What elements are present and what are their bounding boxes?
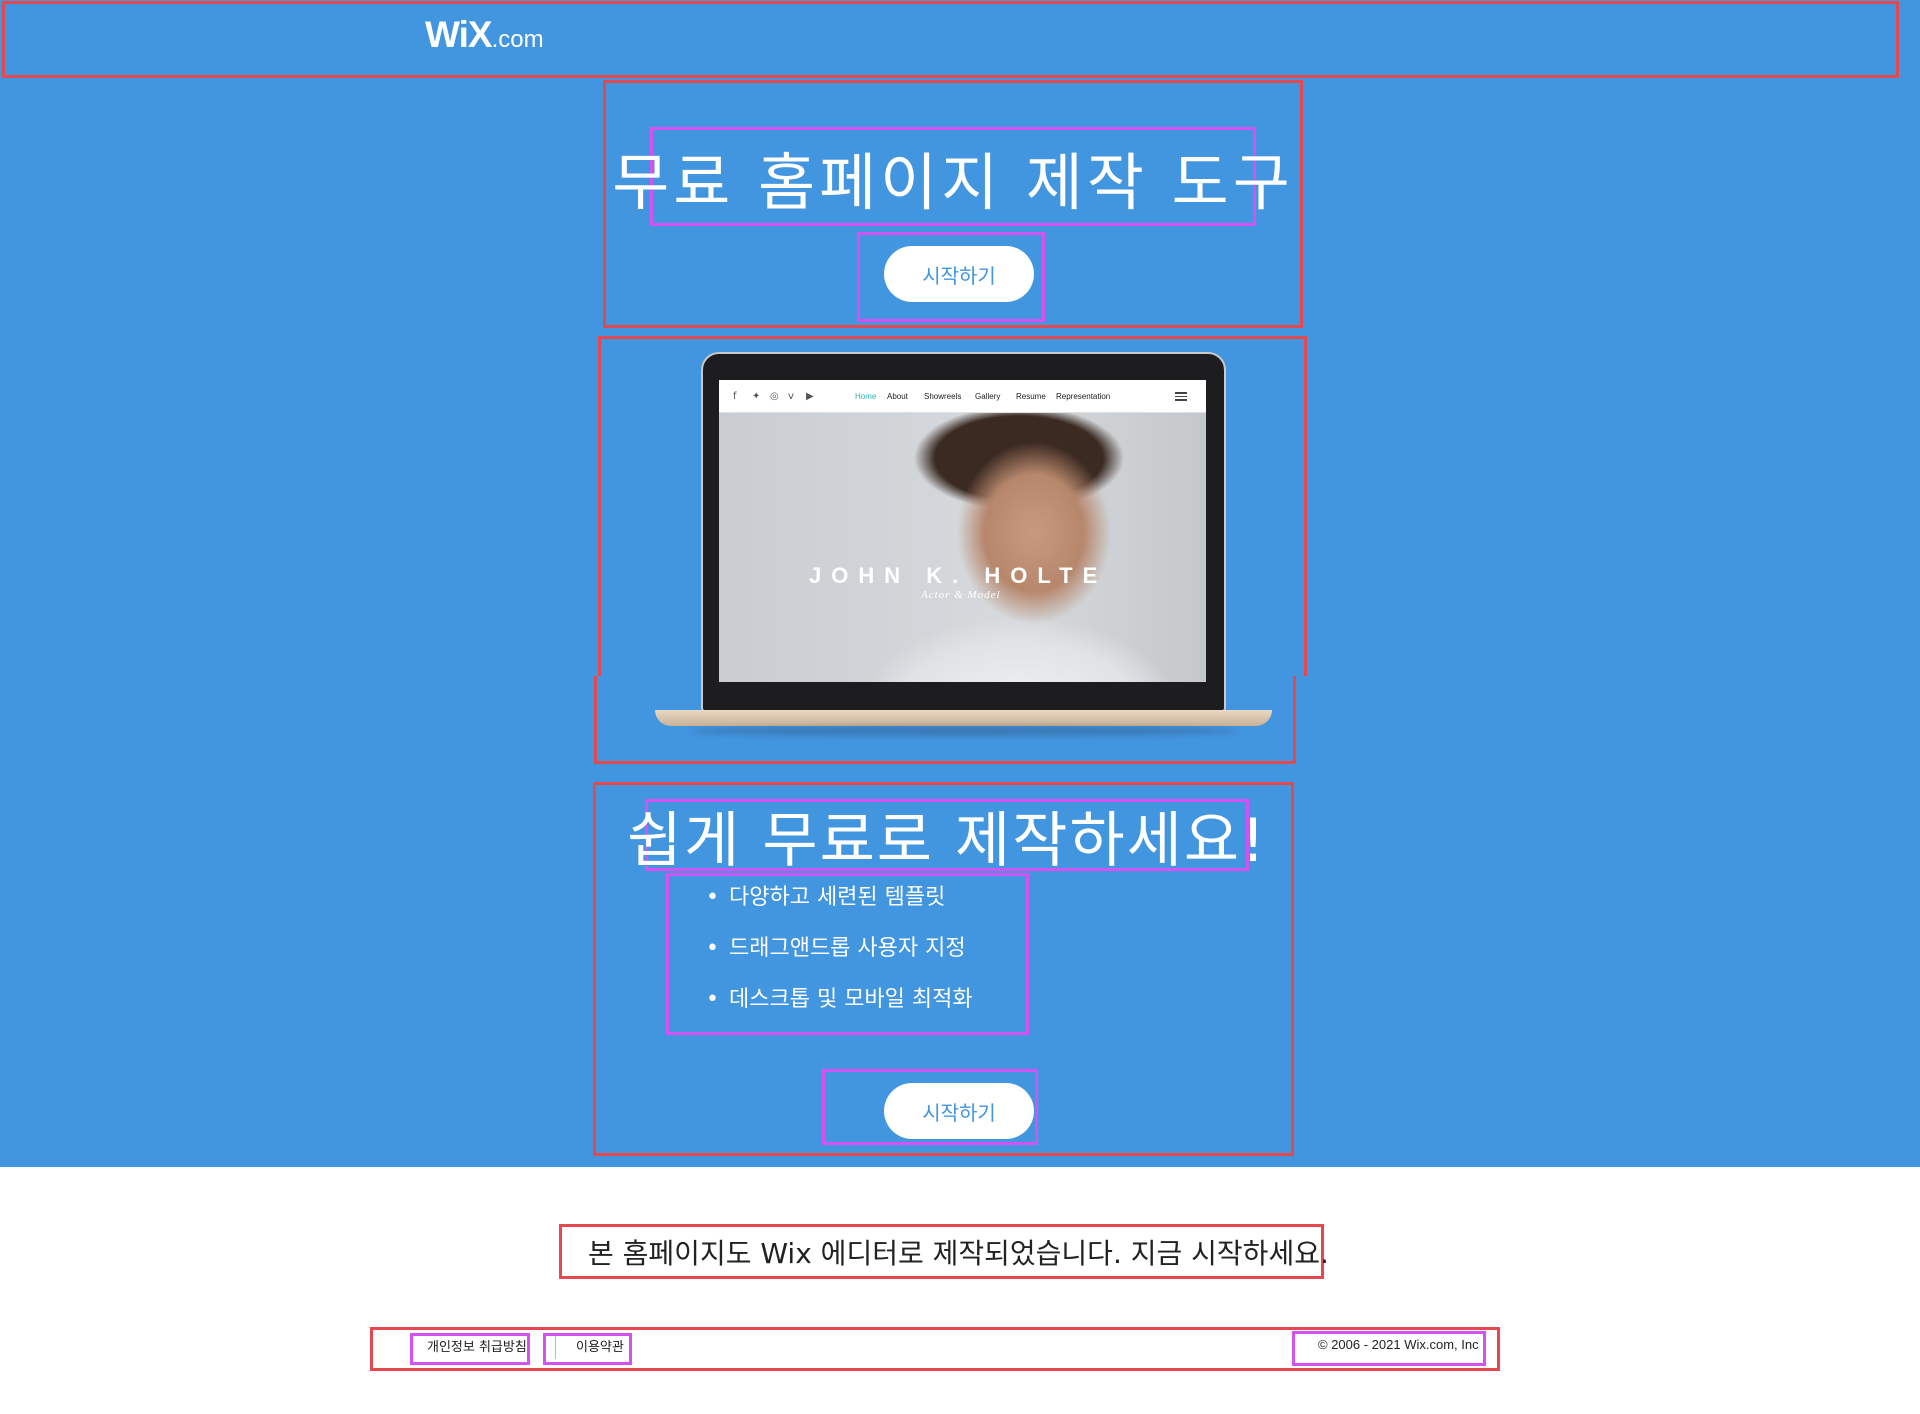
twitter-icon: ✦ <box>752 391 761 402</box>
terms-of-use-link[interactable]: 이용약관 <box>576 1336 624 1355</box>
features-list: 다양하고 세련된 템플릿 드래그앤드롭 사용자 지정 데스크톱 및 모바일 최적… <box>706 878 973 1031</box>
privacy-policy-link[interactable]: 개인정보 취급방침 <box>427 1336 527 1355</box>
features-title: 쉽게 무료로 제작하세요! <box>626 805 1268 876</box>
features-title-container: 쉽게 무료로 제작하세요! <box>627 799 1265 876</box>
feature-item: 드래그앤드롭 사용자 지정 <box>706 929 973 980</box>
logo-suffix: .com <box>491 26 544 53</box>
instagram-icon: ◎ <box>770 391 779 402</box>
hero-start-button[interactable]: 시작하기 <box>884 246 1034 302</box>
laptop-screen: f ✦ ◎ v ▶ Home About Showreels Gallery R… <box>719 380 1206 682</box>
preview-nav-home: Home <box>855 392 877 401</box>
preview-nav-showreels: Showreels <box>924 392 962 401</box>
youtube-icon: ▶ <box>806 391 814 402</box>
features-start-button[interactable]: 시작하기 <box>884 1083 1034 1139</box>
portrait-name: JOHN K. HOLTE <box>809 563 1108 588</box>
hamburger-menu-icon <box>1175 392 1187 401</box>
vimeo-icon: v <box>788 391 794 402</box>
logo-wordmark: WiX <box>425 14 493 55</box>
laptop-base <box>655 710 1272 726</box>
preview-nav-about: About <box>887 392 908 401</box>
preview-nav-gallery: Gallery <box>975 392 1001 401</box>
feature-item: 다양하고 세련된 템플릿 <box>706 878 973 929</box>
site-header <box>2 1 1899 78</box>
hero-title: 무료 홈페이지 제작 도구 <box>612 145 1294 219</box>
preview-nav-resume: Resume <box>1016 392 1046 401</box>
facebook-icon: f <box>733 391 737 402</box>
copyright-text: © 2006 - 2021 Wix.com, Inc <box>1318 1337 1479 1352</box>
footer-note: 본 홈페이지도 Wix 에디터로 제작되었습니다. 지금 시작하세요. <box>588 1237 1329 1270</box>
preview-nav-representation: Representation <box>1056 392 1111 401</box>
hero-title-container: 무료 홈페이지 제작 도구 <box>612 127 1290 226</box>
wix-logo[interactable]: WiX.com <box>425 14 544 56</box>
laptop-shadow <box>690 726 1237 736</box>
portrait-photo: JOHN K. HOLTE Actor & Model <box>719 413 1206 682</box>
preview-site-nav: f ✦ ◎ v ▶ Home About Showreels Gallery R… <box>719 380 1206 413</box>
feature-item: 데스크톱 및 모바일 최적화 <box>706 980 973 1031</box>
portrait-subtitle: Actor & Model <box>921 589 1001 601</box>
